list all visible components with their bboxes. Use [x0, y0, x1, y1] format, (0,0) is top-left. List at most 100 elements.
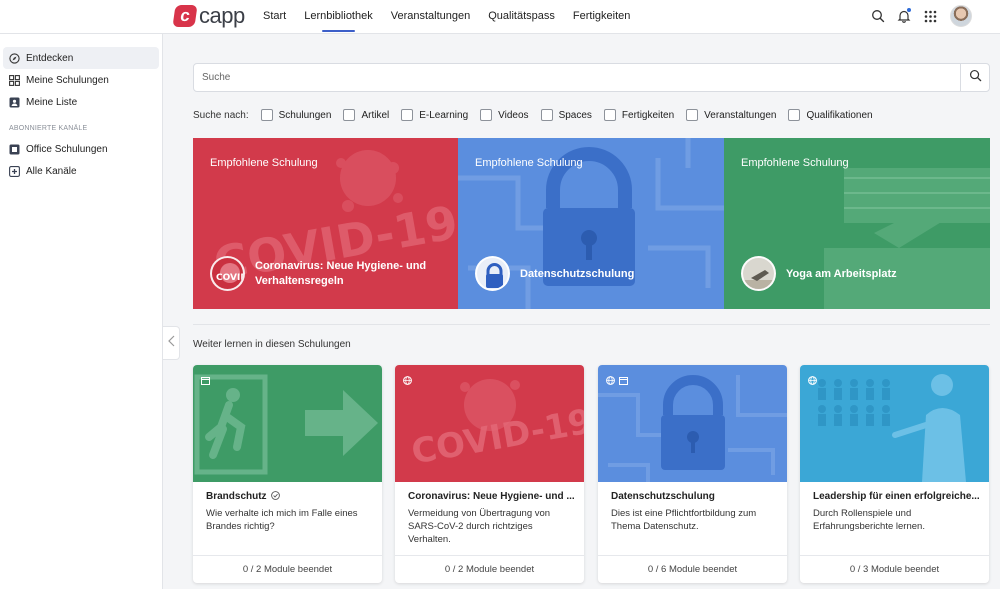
- card-image: [800, 365, 989, 482]
- sidebar-item-office-schulungen[interactable]: Office Schulungen: [3, 138, 159, 160]
- checkbox[interactable]: [260, 109, 273, 121]
- continue-learning-heading: Weiter lernen in diesen Schulungen: [193, 339, 351, 350]
- filter-videos[interactable]: Videos: [480, 109, 529, 121]
- search-icon: [969, 69, 982, 87]
- sidebar-item-meine-liste[interactable]: Meine Liste: [3, 91, 159, 113]
- user-avatar[interactable]: [950, 5, 972, 27]
- card-title: Brandschutz: [206, 491, 374, 503]
- search-bar: [193, 63, 990, 92]
- bookmark-icon: [9, 97, 20, 108]
- grid-icon: [9, 74, 20, 86]
- sidebar-item-entdecken[interactable]: Entdecken: [3, 47, 159, 69]
- sidebar-item-meine-schulungen[interactable]: Meine Schulungen: [3, 69, 159, 91]
- section-divider: [193, 324, 990, 325]
- card-badges: [201, 372, 214, 385]
- filter-schulungen[interactable]: Schulungen: [260, 109, 332, 121]
- checkbox[interactable]: [540, 109, 553, 121]
- filter-option-label: Schulungen: [278, 109, 332, 121]
- course-card-coronavirus[interactable]: COVID-19 Coronavirus: Neue Hygiene- und …: [395, 365, 584, 583]
- course-card-datenschutz[interactable]: Datenschutzschulung Dies ist eine Pflich…: [598, 365, 787, 583]
- card-badges: [808, 372, 821, 385]
- filter-option-label: Fertigkeiten: [621, 109, 675, 121]
- hero-tile-coronavirus[interactable]: COVID-19 Empfohlene Schulung COVID Coron…: [193, 138, 459, 309]
- search-button[interactable]: [960, 64, 989, 91]
- filter-option-label: E-Learning: [419, 109, 469, 121]
- bell-icon[interactable]: [892, 4, 916, 28]
- filter-option-label: Videos: [498, 109, 529, 121]
- course-card-brandschutz[interactable]: Brandschutz Wie verhalte ich mich im Fal…: [193, 365, 382, 583]
- sidebar-collapse-toggle[interactable]: [163, 326, 180, 360]
- card-description: Wie verhalte ich mich im Falle eines Bra…: [206, 508, 358, 532]
- channel-plus-icon: [9, 165, 20, 177]
- card-title: Datenschutzschulung: [611, 491, 715, 502]
- nav-fertigkeiten[interactable]: Fertigkeiten: [573, 0, 630, 34]
- sidebar-item-label: Meine Schulungen: [26, 74, 109, 86]
- card-image: COVID-19: [395, 365, 584, 482]
- checkbox[interactable]: [686, 109, 699, 121]
- card-description: Vermeidung von Übertragung von SARS-CoV-…: [408, 508, 551, 545]
- svg-text:COVID: COVID: [216, 273, 245, 283]
- search-input[interactable]: [202, 72, 942, 83]
- card-progress: 0 / 2 Module beendet: [395, 555, 584, 583]
- capp-logo[interactable]: c capp: [172, 3, 245, 28]
- card-image: [193, 365, 382, 482]
- card-progress: 0 / 6 Module beendet: [598, 555, 787, 583]
- calendar-icon: [619, 372, 628, 385]
- card-description: Dies ist eine Pflichtfortbildung zum The…: [611, 508, 757, 532]
- hero-title: Coronavirus: Neue Hygiene- und Verhalten…: [255, 260, 427, 287]
- hero-tag: Empfohlene Schulung: [741, 157, 849, 169]
- main-nav: Start Lernbibliothek Veranstaltungen Qua…: [263, 0, 648, 34]
- filter-option-label: Qualifikationen: [806, 109, 873, 121]
- header-actions: [864, 4, 972, 28]
- channel-icon: [9, 144, 20, 155]
- card-badges: [606, 372, 632, 385]
- globe-icon: [403, 372, 412, 385]
- nav-veranstaltungen[interactable]: Veranstaltungen: [391, 0, 471, 34]
- filter-e-learning[interactable]: E-Learning: [401, 109, 468, 121]
- checkbox[interactable]: [401, 109, 414, 121]
- sidebar: Entdecken Meine Schulungen Meine Liste A…: [0, 34, 163, 589]
- checkbox[interactable]: [603, 109, 616, 121]
- card-description: Durch Rollenspiele und Erfahrungsbericht…: [813, 508, 925, 532]
- filter-fertigkeiten[interactable]: Fertigkeiten: [603, 109, 675, 121]
- subscribed-channels-heading: ABONNIERTE KANÄLE: [9, 125, 88, 132]
- verified-check-icon: [271, 491, 281, 503]
- card-title: Leadership für einen erfolgreiche...: [813, 491, 980, 502]
- hero-title: Datenschutzschulung: [520, 268, 635, 280]
- hero-tile-datenschutz[interactable]: Empfohlene Schulung Datenschutzschulung: [458, 138, 724, 309]
- filter-spaces[interactable]: Spaces: [540, 109, 592, 121]
- hero-thumbnail: COVID: [210, 256, 245, 291]
- sidebar-item-alle-kanaele[interactable]: Alle Kanäle: [3, 160, 159, 182]
- filter-option-label: Spaces: [558, 109, 592, 121]
- logo-mark: c: [172, 5, 198, 27]
- card-image: [598, 365, 787, 482]
- nav-qualitaetspass[interactable]: Qualitätspass: [488, 0, 555, 34]
- apps-grid-icon[interactable]: [918, 4, 942, 28]
- chevron-left-icon: [167, 334, 175, 352]
- filter-label: Suche nach:: [193, 109, 249, 121]
- search-filters: Suche nach: Schulungen Artikel E-Learnin…: [193, 108, 885, 122]
- sidebar-item-label: Meine Liste: [26, 96, 78, 108]
- hero-thumbnail: [475, 256, 510, 291]
- card-progress: 0 / 2 Module beendet: [193, 555, 382, 583]
- checkbox[interactable]: [343, 109, 356, 121]
- top-navigation-bar: c capp Start Lernbibliothek Veranstaltun…: [0, 0, 1000, 34]
- sidebar-item-label: Alle Kanäle: [26, 165, 77, 177]
- logo-text: capp: [199, 3, 245, 28]
- sidebar-item-label: Office Schulungen: [26, 143, 108, 155]
- hero-thumbnail: [741, 256, 776, 291]
- card-title: Coronavirus: Neue Hygiene- und ...: [408, 491, 575, 502]
- card-badges: [403, 372, 416, 385]
- checkbox[interactable]: [480, 109, 493, 121]
- nav-lernbibliothek[interactable]: Lernbibliothek: [304, 0, 373, 34]
- calendar-icon: [201, 372, 210, 385]
- card-progress: 0 / 3 Module beendet: [800, 555, 989, 583]
- hero-tile-yoga[interactable]: Empfohlene Schulung Yoga am Arbeitsplatz: [724, 138, 990, 309]
- nav-start[interactable]: Start: [263, 0, 286, 34]
- filter-veranstaltungen[interactable]: Veranstaltungen: [686, 109, 776, 121]
- checkbox[interactable]: [788, 109, 801, 121]
- course-card-leadership[interactable]: Leadership für einen erfolgreiche... Dur…: [800, 365, 989, 583]
- filter-artikel[interactable]: Artikel: [343, 109, 389, 121]
- search-icon[interactable]: [866, 4, 890, 28]
- filter-qualifikationen[interactable]: Qualifikationen: [788, 109, 873, 121]
